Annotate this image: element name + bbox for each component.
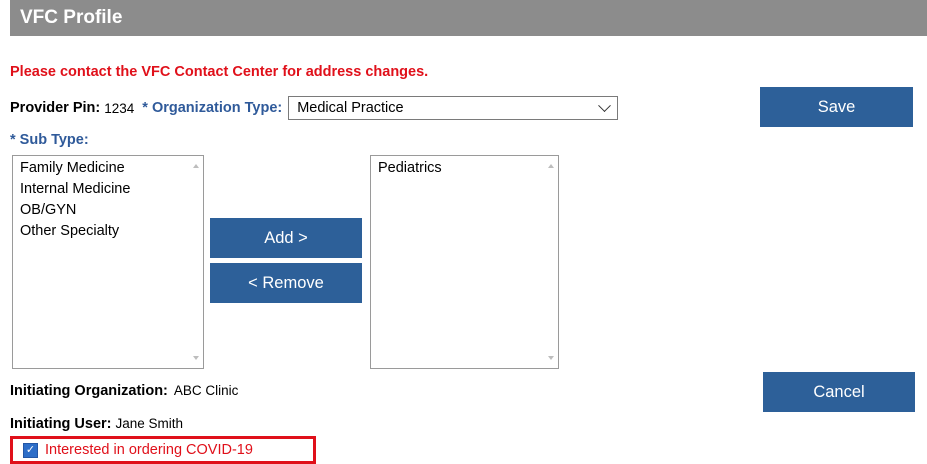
initiating-organization-value: ABC Clinic	[173, 383, 239, 398]
list-item[interactable]: OB/GYN	[20, 200, 203, 221]
provider-pin-label: Provider Pin:	[10, 100, 101, 116]
scroll-up-arrow[interactable]	[193, 164, 199, 168]
scroll-up-arrow[interactable]	[548, 164, 554, 168]
scroll-down-arrow[interactable]	[548, 356, 554, 360]
initiating-organization-label: Initiating Organization:	[10, 383, 168, 399]
initiating-user: Initiating User: Jane Smith	[10, 416, 183, 432]
available-subtypes-list[interactable]: Family Medicine Internal Medicine OB/GYN…	[12, 155, 204, 369]
page-header: VFC Profile	[10, 0, 927, 36]
organization-type-select[interactable]: Medical Practice	[288, 96, 619, 120]
selected-subtypes-list[interactable]: Pediatrics	[370, 155, 559, 369]
checkmark-icon: ✓	[25, 443, 36, 456]
initiating-organization: Initiating Organization: ABC Clinic	[10, 383, 238, 399]
scroll-down-arrow[interactable]	[193, 356, 199, 360]
cancel-button[interactable]: Cancel	[763, 372, 915, 412]
address-change-notice: Please contact the VFC Contact Center fo…	[10, 64, 429, 80]
organization-type-value: Medical Practice	[297, 100, 404, 116]
sub-type-label: * Sub Type:	[10, 132, 89, 148]
list-item[interactable]: Pediatrics	[378, 158, 558, 179]
initiating-user-label: Initiating User:	[10, 416, 112, 432]
chevron-down-icon	[598, 98, 612, 112]
initiating-user-value: Jane Smith	[115, 416, 184, 431]
organization-type-label: * Organization Type:	[142, 100, 283, 116]
add-subtype-button[interactable]: Add >	[210, 218, 362, 258]
remove-subtype-button[interactable]: < Remove	[210, 263, 362, 303]
provider-pin-value: 1234	[104, 100, 135, 116]
list-item[interactable]: Other Specialty	[20, 221, 203, 242]
covid-interest-highlight: ✓ Interested in ordering COVID-19	[10, 436, 316, 464]
list-item[interactable]: Family Medicine	[20, 158, 203, 179]
save-button[interactable]: Save	[760, 87, 913, 127]
provider-row: Provider Pin: 1234 * Organization Type: …	[10, 94, 619, 122]
covid-interest-checkbox[interactable]: ✓	[23, 442, 38, 458]
page-title: VFC Profile	[20, 7, 123, 28]
list-item[interactable]: Internal Medicine	[20, 179, 203, 200]
covid-interest-label[interactable]: Interested in ordering COVID-19	[45, 442, 253, 458]
